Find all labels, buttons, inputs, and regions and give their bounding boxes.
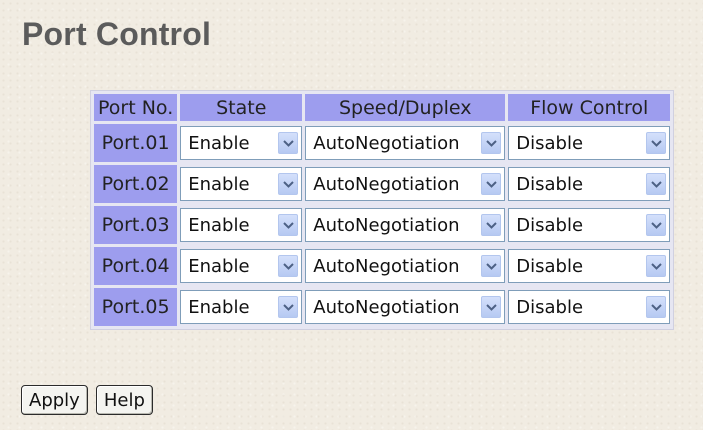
speed-duplex-select-value: AutoNegotiation xyxy=(313,173,460,195)
chevron-down-icon[interactable] xyxy=(646,132,667,154)
port-no-header: Port No. xyxy=(94,94,178,121)
table-header-row: Port No. State Speed/Duplex Flow Control xyxy=(94,94,671,121)
speed-duplex-select-value: AutoNegotiation xyxy=(313,296,460,318)
port-label: Port.04 xyxy=(94,247,178,285)
speed-duplex-select-value: AutoNegotiation xyxy=(313,132,460,154)
port-label: Port.02 xyxy=(94,165,178,203)
state-select-value: Enable xyxy=(188,173,250,195)
speed-duplex-select[interactable]: AutoNegotiation xyxy=(305,167,506,201)
chevron-down-icon[interactable] xyxy=(278,296,299,318)
table-row: Port.03 Enable AutoNegotiation Disable xyxy=(94,206,671,244)
state-select-value: Enable xyxy=(188,255,250,277)
chevron-down-icon[interactable] xyxy=(278,173,299,195)
state-select[interactable]: Enable xyxy=(180,249,303,283)
state-select-value: Enable xyxy=(188,132,250,154)
help-button[interactable]: Help xyxy=(95,385,153,415)
chevron-down-icon[interactable] xyxy=(646,255,667,277)
state-select-value: Enable xyxy=(188,214,250,236)
speed-duplex-select[interactable]: AutoNegotiation xyxy=(305,126,506,160)
flow-control-select-value: Disable xyxy=(516,296,584,318)
state-select[interactable]: Enable xyxy=(180,208,303,242)
flow-control-select[interactable]: Disable xyxy=(508,290,671,324)
table-row: Port.02 Enable AutoNegotiation Disable xyxy=(94,165,671,203)
flow-control-select-value: Disable xyxy=(516,173,584,195)
flow-control-select-value: Disable xyxy=(516,214,584,236)
state-select[interactable]: Enable xyxy=(180,290,303,324)
chevron-down-icon[interactable] xyxy=(646,214,667,236)
state-select-value: Enable xyxy=(188,296,250,318)
table-row: Port.05 Enable AutoNegotiation Disable xyxy=(94,288,671,326)
state-header: State xyxy=(180,94,303,121)
chevron-down-icon[interactable] xyxy=(481,173,502,195)
chevron-down-icon[interactable] xyxy=(278,214,299,236)
speed-duplex-select-value: AutoNegotiation xyxy=(313,214,460,236)
flow-control-header: Flow Control xyxy=(508,94,671,121)
chevron-down-icon[interactable] xyxy=(481,132,502,154)
port-label: Port.03 xyxy=(94,206,178,244)
chevron-down-icon[interactable] xyxy=(646,173,667,195)
flow-control-select[interactable]: Disable xyxy=(508,249,671,283)
port-control-table: Port No. State Speed/Duplex Flow Control… xyxy=(90,90,675,330)
flow-control-select-value: Disable xyxy=(516,255,584,277)
chevron-down-icon[interactable] xyxy=(278,132,299,154)
state-select[interactable]: Enable xyxy=(180,126,303,160)
speed-duplex-select[interactable]: AutoNegotiation xyxy=(305,290,506,324)
chevron-down-icon[interactable] xyxy=(646,296,667,318)
page-title: Port Control xyxy=(22,16,212,52)
flow-control-select-value: Disable xyxy=(516,132,584,154)
flow-control-select[interactable]: Disable xyxy=(508,208,671,242)
chevron-down-icon[interactable] xyxy=(481,255,502,277)
speed-duplex-header: Speed/Duplex xyxy=(305,94,506,121)
flow-control-select[interactable]: Disable xyxy=(508,126,671,160)
speed-duplex-select-value: AutoNegotiation xyxy=(313,255,460,277)
port-label: Port.05 xyxy=(94,288,178,326)
port-label: Port.01 xyxy=(94,124,178,162)
speed-duplex-select[interactable]: AutoNegotiation xyxy=(305,208,506,242)
chevron-down-icon[interactable] xyxy=(481,214,502,236)
speed-duplex-select[interactable]: AutoNegotiation xyxy=(305,249,506,283)
table-row: Port.01 Enable AutoNegotiation Disable xyxy=(94,124,671,162)
apply-button[interactable]: Apply xyxy=(21,385,88,415)
flow-control-select[interactable]: Disable xyxy=(508,167,671,201)
chevron-down-icon[interactable] xyxy=(278,255,299,277)
action-buttons: Apply Help xyxy=(21,385,153,415)
table-row: Port.04 Enable AutoNegotiation Disable xyxy=(94,247,671,285)
chevron-down-icon[interactable] xyxy=(481,296,502,318)
state-select[interactable]: Enable xyxy=(180,167,303,201)
